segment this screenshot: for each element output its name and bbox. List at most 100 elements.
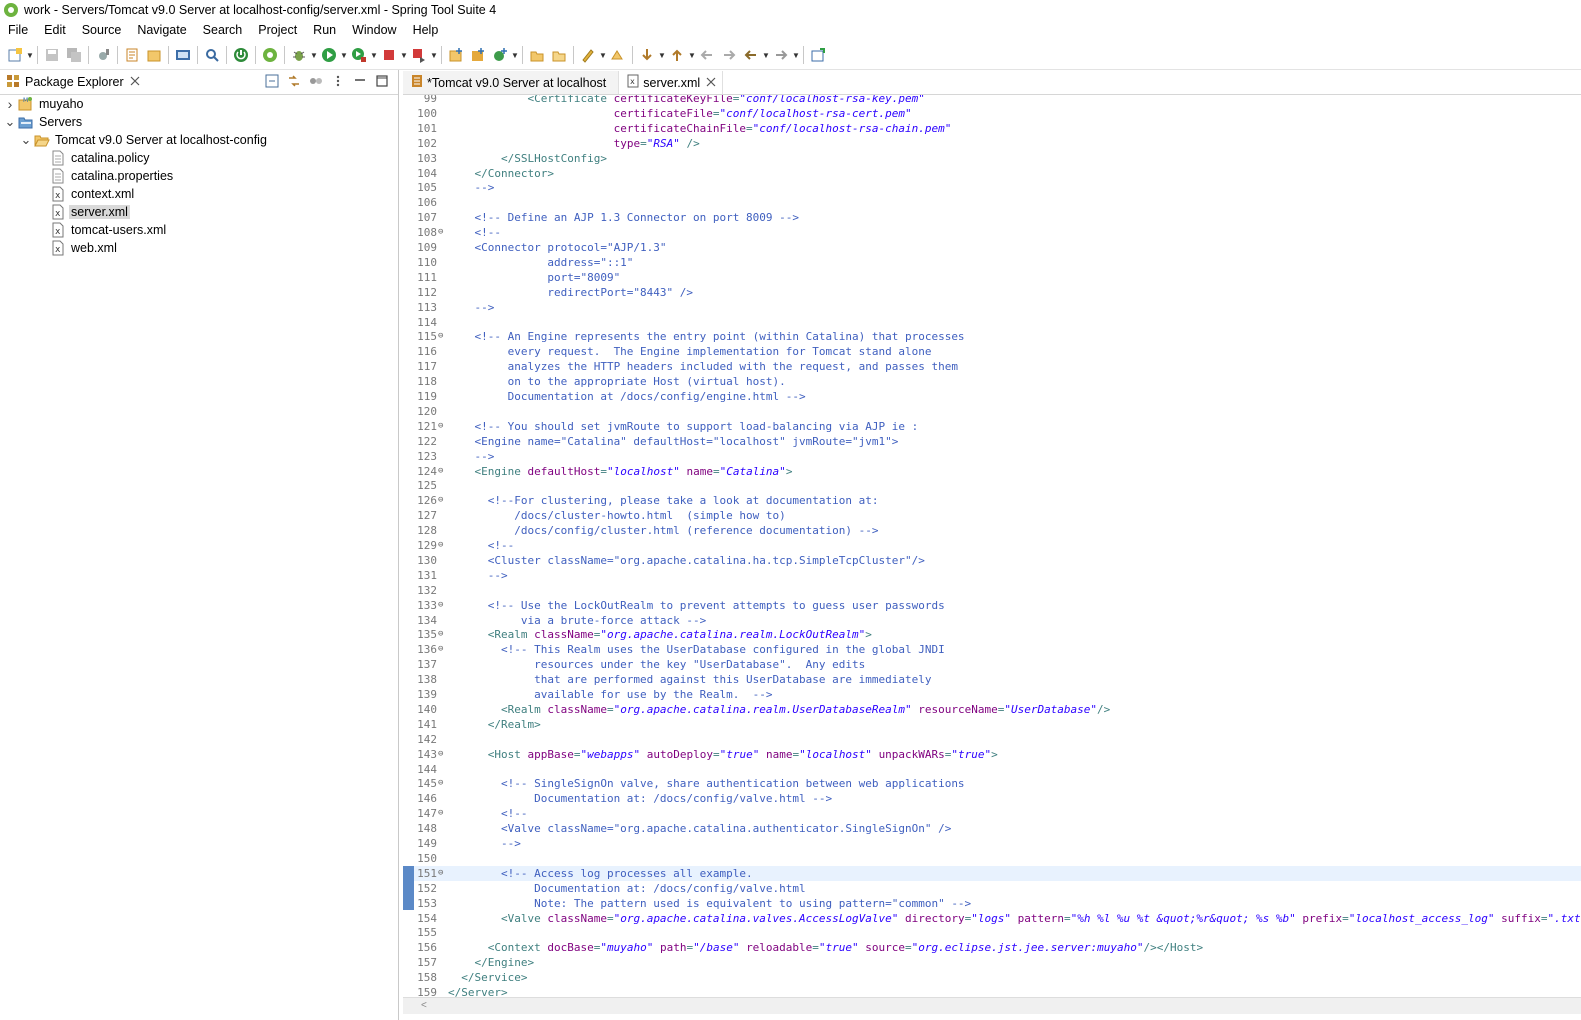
code-line[interactable]: 155 xyxy=(403,925,1581,940)
horizontal-scrollbar[interactable]: < xyxy=(403,997,1581,1014)
tree-item[interactable]: › Mmuyaho xyxy=(0,95,398,113)
debug-icon[interactable] xyxy=(289,45,309,65)
previous-annotation-icon[interactable] xyxy=(667,45,687,65)
filter-icon[interactable] xyxy=(308,73,324,89)
code-line[interactable]: 116 every request. The Engine implementa… xyxy=(403,344,1581,359)
package-explorer-tab[interactable]: Package Explorer xyxy=(0,70,148,94)
spring-relaunch-icon[interactable] xyxy=(260,45,280,65)
fold-toggle-icon[interactable]: ⊖ xyxy=(438,329,446,344)
close-icon[interactable] xyxy=(130,75,140,89)
close-icon[interactable] xyxy=(706,76,716,90)
tree-item[interactable]: x server.xml xyxy=(0,203,398,221)
fold-toggle-icon[interactable]: ⊖ xyxy=(438,627,446,642)
open-resource-icon[interactable] xyxy=(144,45,164,65)
code-line[interactable]: 157 </Engine> xyxy=(403,955,1581,970)
new-icon[interactable] xyxy=(5,45,25,65)
code-line[interactable]: 148 <Valve className="org.apache.catalin… xyxy=(403,821,1581,836)
code-line[interactable]: 126 ⊖ <!--For clustering, please take a l… xyxy=(403,493,1581,508)
menu-help[interactable]: Help xyxy=(405,20,447,41)
properties-icon[interactable] xyxy=(93,45,113,65)
tree-item[interactable]: x tomcat-users.xml xyxy=(0,221,398,239)
collapse-all-icon[interactable] xyxy=(264,73,280,89)
next-annotation-icon[interactable] xyxy=(637,45,657,65)
fold-toggle-icon[interactable]: ⊖ xyxy=(438,493,446,508)
code-line[interactable]: 124 ⊖ <Engine defaultHost="localhost" nam… xyxy=(403,464,1581,479)
code-line[interactable]: 159 </Server> xyxy=(403,985,1581,997)
code-line[interactable]: 104 </Connector> xyxy=(403,166,1581,181)
tab-tomcat-server[interactable]: *Tomcat v9.0 Server at localhost xyxy=(403,71,620,94)
back-dropdown-icon[interactable]: ▼ xyxy=(762,45,770,65)
fold-toggle-icon[interactable]: ⊖ xyxy=(438,538,446,553)
chevron-down-icon[interactable]: ⌄ xyxy=(4,113,16,131)
code-line[interactable]: 146 Documentation at: /docs/config/valve… xyxy=(403,791,1581,806)
save-all-icon[interactable] xyxy=(64,45,84,65)
search-icon[interactable] xyxy=(202,45,222,65)
boot-dashboard-icon[interactable] xyxy=(231,45,251,65)
code-line[interactable]: 119 Documentation at /docs/config/engine… xyxy=(403,389,1581,404)
code-line[interactable]: 136 ⊖ <!-- This Realm uses the UserDataba… xyxy=(403,642,1581,657)
minimize-icon[interactable] xyxy=(352,73,368,89)
run-icon[interactable] xyxy=(319,45,339,65)
code-line[interactable]: 154 <Valve className="org.apache.catalin… xyxy=(403,911,1581,926)
code-line[interactable]: 110 address="::1" xyxy=(403,255,1581,270)
tree-item[interactable]: ⌄ Tomcat v9.0 Server at localhost-config xyxy=(0,131,398,149)
code-line[interactable]: 114 xyxy=(403,315,1581,330)
maximize-icon[interactable] xyxy=(374,73,390,89)
tree-item[interactable]: catalina.properties xyxy=(0,167,398,185)
new-java-project-icon[interactable] xyxy=(446,45,466,65)
tab-server-xml[interactable]: x server.xml xyxy=(619,71,724,94)
code-line[interactable]: 106 xyxy=(403,195,1581,210)
tree-item[interactable]: x context.xml xyxy=(0,185,398,203)
fold-toggle-icon[interactable]: ⊖ xyxy=(438,642,446,657)
save-icon[interactable] xyxy=(42,45,62,65)
view-menu-icon[interactable] xyxy=(330,73,346,89)
menu-search[interactable]: Search xyxy=(195,20,251,41)
fold-toggle-icon[interactable]: ⊖ xyxy=(438,464,446,479)
forward-icon[interactable] xyxy=(771,45,791,65)
scroll-left-icon[interactable]: < xyxy=(421,1000,427,1011)
code-line[interactable]: 135 ⊖ <Realm className="org.apache.catali… xyxy=(403,627,1581,642)
code-line[interactable]: 111 port="8009" xyxy=(403,270,1581,285)
link-with-editor-icon[interactable] xyxy=(286,73,302,89)
pin-editor-icon[interactable] xyxy=(808,45,828,65)
toggle-mark-occurrences-icon[interactable] xyxy=(608,45,628,65)
external-tool-dropdown-icon[interactable]: ▼ xyxy=(370,45,378,65)
new-dropdown-icon[interactable]: ▼ xyxy=(26,45,34,65)
forward-edit-icon[interactable] xyxy=(719,45,739,65)
menu-project[interactable]: Project xyxy=(250,20,305,41)
forward-dropdown-icon[interactable]: ▼ xyxy=(792,45,800,65)
code-line[interactable]: 133 ⊖ <!-- Use the LockOutRealm to preven… xyxy=(403,598,1581,613)
code-line[interactable]: 122 <Engine name="Catalina" defaultHost=… xyxy=(403,434,1581,449)
code-line[interactable]: 109 <Connector protocol="AJP/1.3" xyxy=(403,240,1581,255)
code-line[interactable]: 107 <!-- Define an AJP 1.3 Connector on … xyxy=(403,210,1581,225)
code-line[interactable]: 128 /docs/config/cluster.html (reference… xyxy=(403,523,1581,538)
code-line[interactable]: 115 ⊖ <!-- An Engine represents the entry… xyxy=(403,329,1581,344)
code-line[interactable]: 130 <Cluster className="org.apache.catal… xyxy=(403,553,1581,568)
menu-edit[interactable]: Edit xyxy=(36,20,74,41)
menu-navigate[interactable]: Navigate xyxy=(129,20,194,41)
code-line[interactable]: 150 xyxy=(403,851,1581,866)
code-line[interactable]: 108 ⊖ <!-- xyxy=(403,225,1581,240)
code-line[interactable]: 120 xyxy=(403,404,1581,419)
menu-source[interactable]: Source xyxy=(74,20,130,41)
open-task-icon[interactable] xyxy=(527,45,547,65)
open-folder-icon[interactable] xyxy=(549,45,569,65)
last-edit-location-icon[interactable] xyxy=(697,45,717,65)
code-line[interactable]: 139 available for use by the Realm. --> xyxy=(403,687,1581,702)
code-line[interactable]: 137 resources under the key "UserDatabas… xyxy=(403,657,1581,672)
code-line[interactable]: 103 </SSLHostConfig> xyxy=(403,151,1581,166)
tree-item[interactable]: ⌄ Servers xyxy=(0,113,398,131)
code-line[interactable]: 152 Documentation at: /docs/config/valve… xyxy=(403,881,1581,896)
open-type-icon[interactable] xyxy=(122,45,142,65)
chevron-right-icon[interactable]: › xyxy=(4,95,16,113)
code-line[interactable]: 100 certificateFile="conf/localhost-rsa-… xyxy=(403,106,1581,121)
coverage-dropdown-icon[interactable]: ▼ xyxy=(430,45,438,65)
fold-toggle-icon[interactable]: ⊖ xyxy=(438,225,446,240)
code-line[interactable]: 129 ⊖ <!-- xyxy=(403,538,1581,553)
xml-source-editor[interactable]: 99 <Certificate certificateKeyFile="conf… xyxy=(403,95,1581,997)
code-line[interactable]: 127 /docs/cluster-howto.html (simple how… xyxy=(403,508,1581,523)
code-line[interactable]: 125 xyxy=(403,478,1581,493)
fold-toggle-icon[interactable]: ⊖ xyxy=(438,776,446,791)
code-line[interactable]: 117 analyzes the HTTP headers included w… xyxy=(403,359,1581,374)
code-line[interactable]: 145 ⊖ <!-- SingleSignOn valve, share auth… xyxy=(403,776,1581,791)
